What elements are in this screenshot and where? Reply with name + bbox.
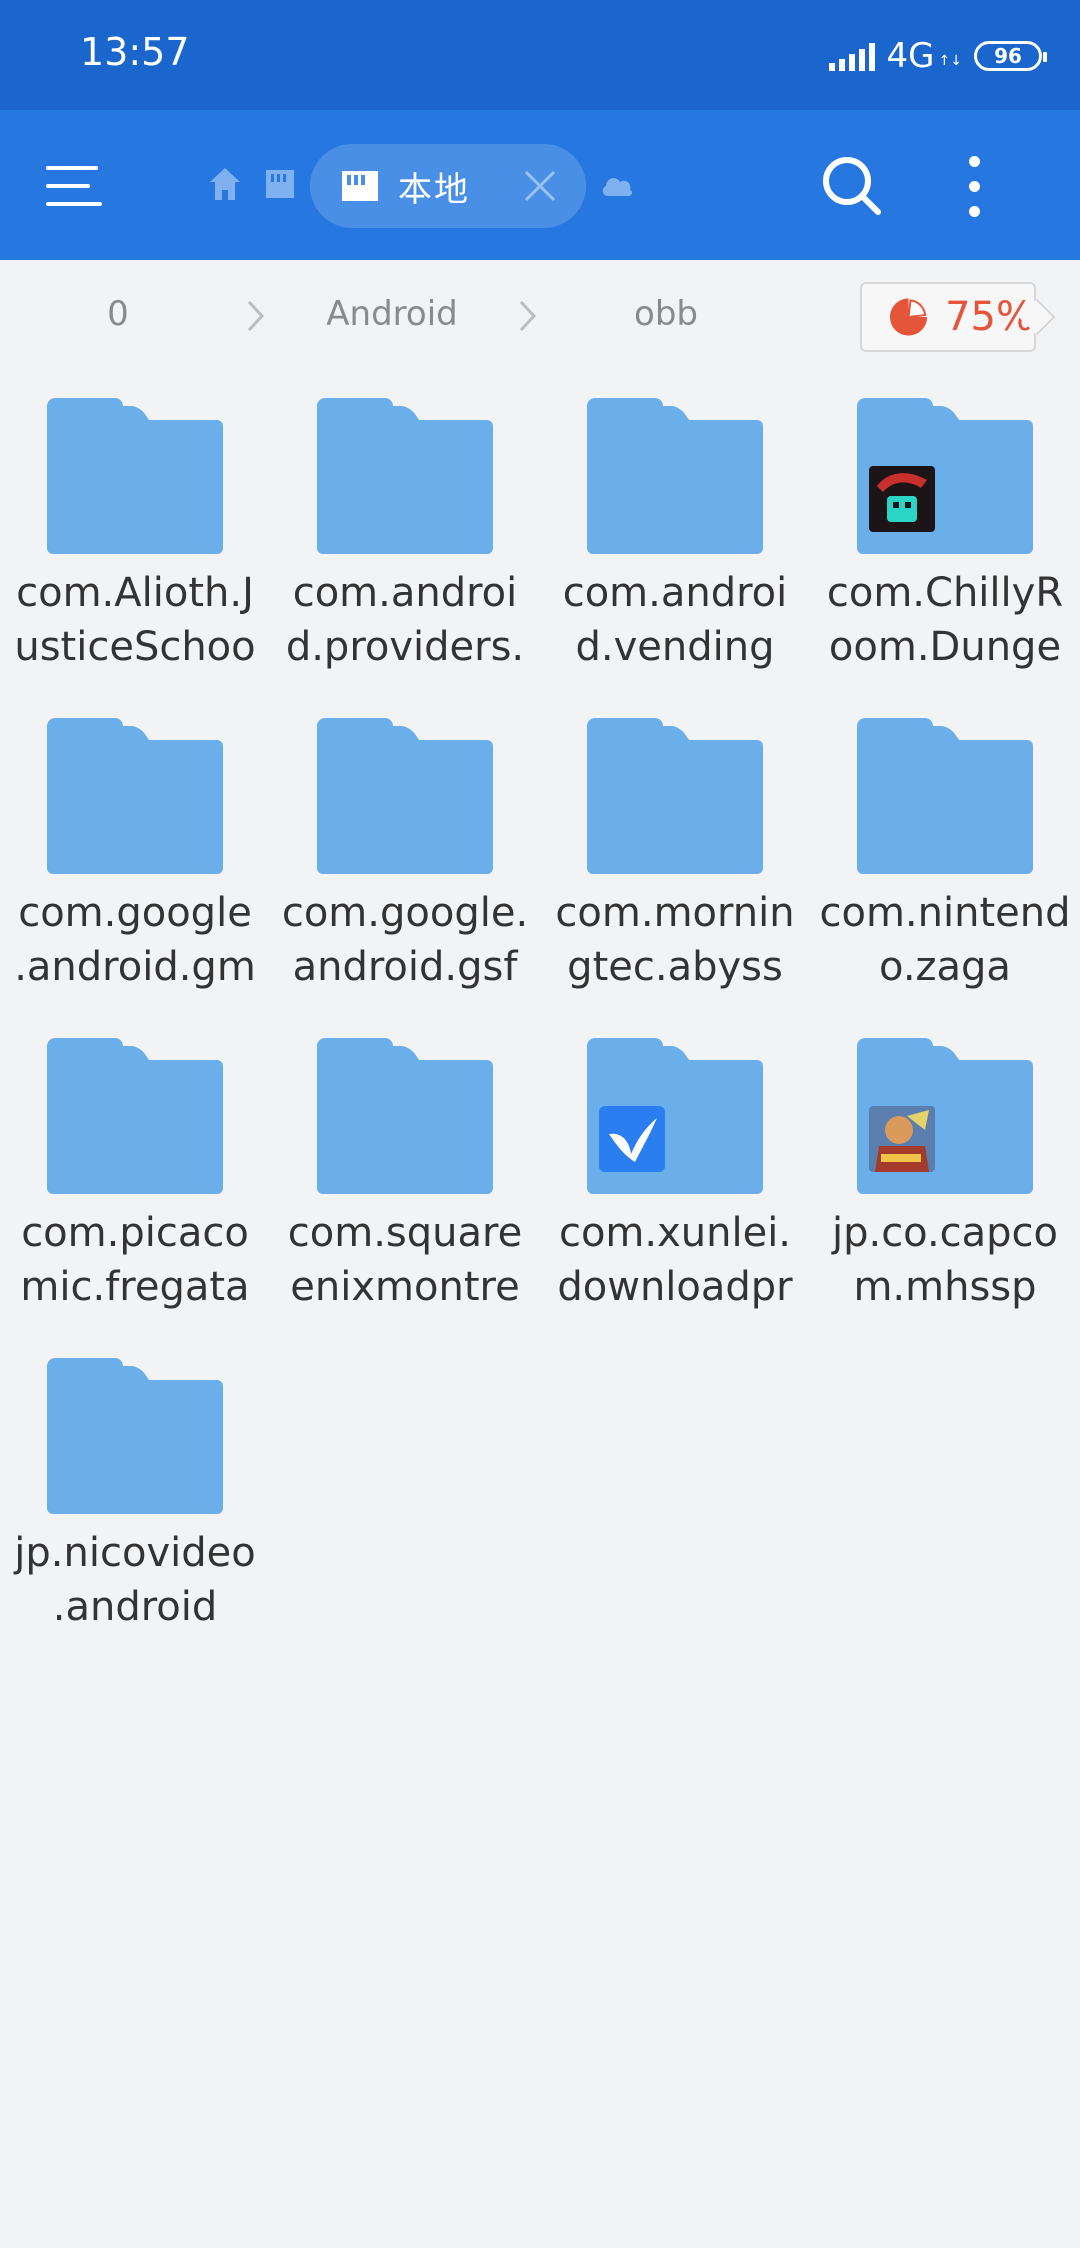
folder-item[interactable]: com.nintend o.zaga [810, 700, 1080, 1020]
battery-level: 96 [994, 44, 1022, 68]
xunlei-bird-app-icon [599, 1106, 665, 1172]
folder-item[interactable]: com.Alioth.J usticeSchoo [0, 380, 270, 700]
folder-icon [587, 398, 763, 554]
folder-item[interactable]: com.google. android.gsf [270, 700, 540, 1020]
monster-hunter-app-icon [869, 1106, 935, 1172]
search-icon[interactable] [820, 154, 884, 218]
status-bar: 13:57 4G ↑↓ 96 [0, 0, 1080, 110]
folder-icon [587, 718, 763, 874]
folder-name: jp.co.capco m.mhssp [831, 1210, 1059, 1310]
status-time: 13:57 [80, 30, 190, 74]
breadcrumb: 0 Android obb 75% [0, 260, 1080, 372]
folder-item[interactable]: jp.co.capco m.mhssp [810, 1020, 1080, 1340]
status-indicators: 4G ↑↓ 96 [828, 34, 1047, 78]
sd-card-icon[interactable] [262, 168, 298, 200]
folder-icon [587, 1038, 763, 1194]
folder-name: com.ChillyR oom.Dunge [826, 570, 1064, 670]
folder-name: jp.nicovideo .android [14, 1530, 256, 1630]
cloud-icon[interactable] [600, 172, 634, 198]
chevron-right-icon [519, 300, 537, 332]
signal-icon [828, 41, 875, 71]
close-icon[interactable] [520, 166, 560, 206]
pie-chart-icon [889, 298, 928, 336]
folder-icon [857, 1038, 1033, 1194]
folder-name: com.androi d.vending [562, 570, 788, 670]
network-type: 4G [886, 36, 935, 76]
folder-name: com.picaco mic.fregata [20, 1210, 250, 1310]
folder-item[interactable]: com.square enixmontre [270, 1020, 540, 1340]
chevron-right-icon [247, 300, 265, 332]
folder-icon [317, 398, 493, 554]
folder-name: com.google .android.gm [14, 890, 256, 990]
storage-usage-badge[interactable]: 75% [860, 282, 1056, 352]
toolbar: 本地 [0, 110, 1080, 260]
folder-icon [317, 1038, 493, 1194]
folder-icon [857, 398, 1033, 554]
folder-name: com.square enixmontre [287, 1210, 523, 1310]
folder-name: com.mornin gtec.abyss [555, 890, 795, 990]
folder-item[interactable]: jp.nicovideo .android [0, 1340, 270, 1660]
folder-icon [857, 718, 1033, 874]
folder-item[interactable]: com.google .android.gm [0, 700, 270, 1020]
breadcrumb-item-0[interactable]: 0 [18, 294, 218, 334]
sd-card-icon [342, 171, 378, 201]
battery-icon: 96 [974, 41, 1047, 71]
data-activity-icon: ↑↓ [938, 53, 962, 69]
breadcrumb-item-obb[interactable]: obb [566, 294, 766, 334]
tab-local-storage[interactable]: 本地 [310, 144, 586, 228]
soul-knight-app-icon [869, 466, 935, 532]
folder-item[interactable]: com.xunlei. downloadpr [540, 1020, 810, 1340]
folder-item[interactable]: com.androi d.providers. [270, 380, 540, 700]
folder-icon [47, 398, 223, 554]
tab-label: 本地 [398, 169, 470, 210]
folder-item[interactable]: com.picaco mic.fregata [0, 1020, 270, 1340]
folder-item[interactable]: com.mornin gtec.abyss [540, 700, 810, 1020]
folder-item[interactable]: com.androi d.vending [540, 380, 810, 700]
folder-icon [47, 1358, 223, 1514]
folder-name: com.xunlei. downloadpr [557, 1210, 793, 1310]
folder-item[interactable]: com.ChillyR oom.Dunge [810, 380, 1080, 700]
home-icon[interactable] [208, 166, 242, 202]
folder-name: com.nintend o.zaga [819, 890, 1071, 990]
folder-name: com.androi d.providers. [285, 570, 525, 670]
folder-name: com.google. android.gsf [281, 890, 529, 990]
folder-icon [47, 1038, 223, 1194]
folder-name: com.Alioth.J usticeSchoo [14, 570, 256, 670]
folder-icon [47, 718, 223, 874]
folder-icon [317, 718, 493, 874]
more-vertical-icon[interactable] [962, 154, 986, 220]
hamburger-menu-icon[interactable] [46, 162, 106, 212]
breadcrumb-item-android[interactable]: Android [292, 294, 492, 334]
